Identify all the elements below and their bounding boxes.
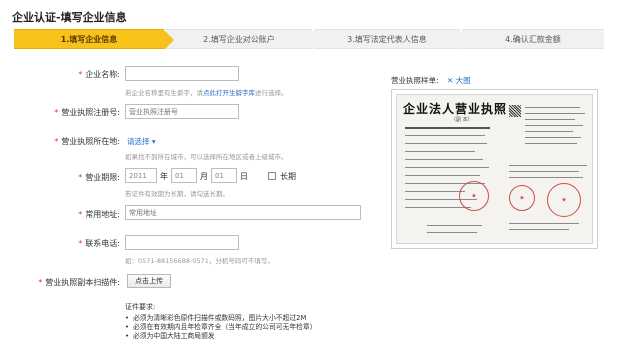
red-seal-icon: ★ <box>547 183 581 217</box>
address-label: * 常用地址: <box>78 210 120 219</box>
day-unit: 日 <box>240 172 248 181</box>
step-label: 4.确认汇款金额 <box>505 35 561 44</box>
page-title: 企业认证-填写企业信息 <box>12 11 127 24</box>
long-term-label: 长期 <box>280 172 296 181</box>
requirements-title: 证件要求: <box>125 303 156 311</box>
required-mark: * <box>38 278 43 287</box>
red-seal-icon: ★ <box>459 181 489 211</box>
upload-button[interactable]: 点击上传 <box>127 274 171 288</box>
term-year-input[interactable] <box>125 168 157 183</box>
step-arrow-icon <box>312 30 322 50</box>
license-number-label: * 营业执照注册号: <box>54 108 120 117</box>
required-mark: * <box>78 70 83 79</box>
location-hint: 如果找不到所在城市，可以选择所在地区或者上级城市。 <box>125 153 288 161</box>
zoom-link[interactable]: ✕ 大图 <box>447 75 471 86</box>
step-arrow-icon <box>460 30 470 50</box>
business-term-hint: 若证件有效期为长期，请勾选长期。 <box>125 190 229 198</box>
company-name-input[interactable] <box>125 66 239 81</box>
rare-char-library-link[interactable]: 点此打开生僻字库 <box>203 89 255 97</box>
required-mark: * <box>54 137 59 146</box>
qr-code-icon <box>509 105 521 117</box>
license-sample-image[interactable]: 企业法人营业执照 （副 本） ★ ★ ★ <box>391 89 598 249</box>
license-location-label: * 营业执照所在地: <box>54 137 120 146</box>
business-term-label: * 营业期限: <box>78 173 120 182</box>
phone-hint: 如：0571-88156688-0571，分机号码可不填写。 <box>125 257 274 265</box>
term-day-input[interactable] <box>211 168 237 183</box>
required-mark: * <box>78 210 83 219</box>
required-mark: * <box>54 108 59 117</box>
company-name-label: * 企业名称: <box>78 70 120 79</box>
step-fill-company-info: 1.填写企业信息 <box>14 29 174 50</box>
step-label: 2.填写企业对公账户 <box>203 35 275 44</box>
step-label: 1.填写企业信息 <box>60 35 118 44</box>
sample-label: 营业执照样单: <box>391 76 439 85</box>
requirement-item: 必须为中国大陆工商局颁发 <box>125 330 215 340</box>
phone-input[interactable] <box>125 235 239 250</box>
term-month-input[interactable] <box>171 168 197 183</box>
scan-label: * 营业执照副本扫描件: <box>38 278 120 287</box>
step-confirm-amount: 4.确认汇款金额 <box>462 29 604 49</box>
step-legal-representative: 3.填写法定代表人信息 <box>314 29 470 50</box>
required-mark: * <box>78 239 83 248</box>
license-number-input[interactable] <box>125 104 239 119</box>
year-unit: 年 <box>160 172 168 181</box>
license-title: 企业法人营业执照 <box>403 102 508 116</box>
step-arrow-icon <box>164 30 174 50</box>
progress-steps: 1.填写企业信息 2.填写企业对公账户 3.填写法定代表人信息 4.确认汇款金额 <box>14 29 604 50</box>
license-document: 企业法人营业执照 （副 本） ★ ★ ★ <box>396 94 593 244</box>
month-unit: 月 <box>200 172 208 181</box>
long-term-checkbox[interactable] <box>268 172 276 180</box>
required-mark: * <box>78 173 83 182</box>
address-input[interactable] <box>125 205 361 220</box>
step-company-account: 2.填写企业对公账户 <box>166 29 322 50</box>
license-subtitle: （副 本） <box>451 117 473 123</box>
phone-label: * 联系电话: <box>78 239 120 248</box>
company-name-hint: 若企业名称里有生僻字，请点此打开生僻字库进行选择。 <box>125 89 288 97</box>
red-stamp-icon: ★ <box>509 185 535 211</box>
step-label: 3.填写法定代表人信息 <box>347 35 427 44</box>
caret-down-icon: ▾ <box>149 137 156 146</box>
location-select[interactable]: 请选择 ▾ <box>127 136 156 147</box>
